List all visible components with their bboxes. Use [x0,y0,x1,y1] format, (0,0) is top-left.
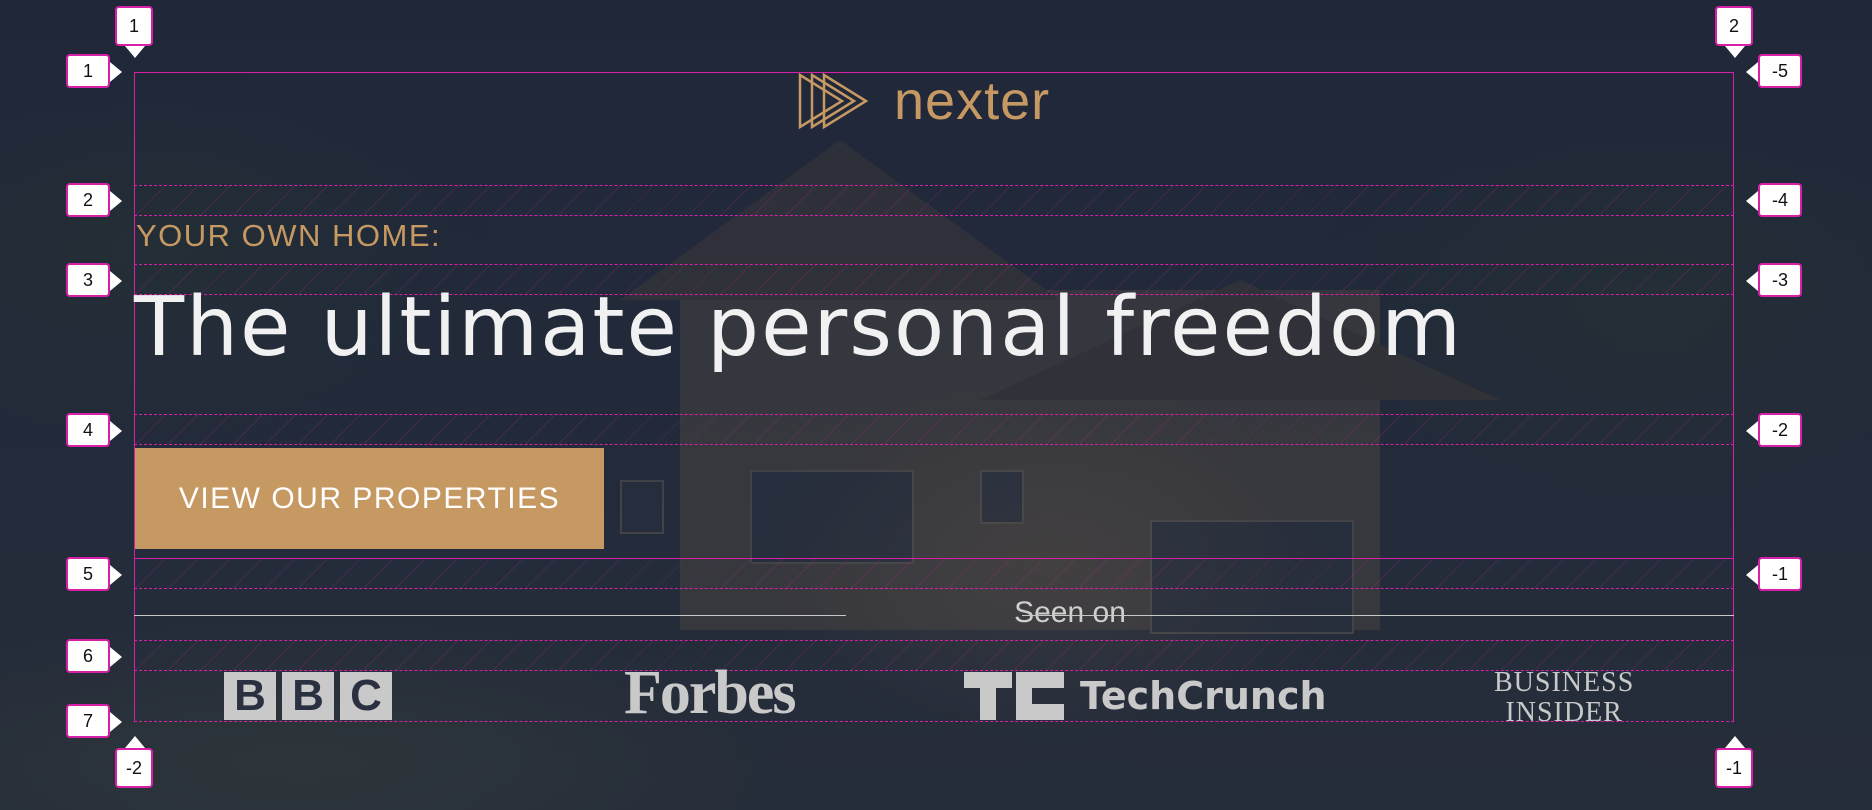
row-guide-badge: 3 [66,263,122,297]
row-guide-badge: 5 [66,557,122,591]
forbes-logo: Forbes [624,659,797,727]
row-guide-badge: 6 [66,639,122,673]
bbc-letter: B [224,671,276,720]
divider-line-left [134,615,846,616]
techcrunch-logo: TechCrunch [964,672,1327,720]
techcrunch-wordmark: TechCrunch [1080,674,1327,718]
triple-play-icon [798,72,869,130]
hero-eyebrow: YOUR OWN HOME: [136,218,442,253]
house-photo [560,120,1520,640]
bbc-logo: B B C [224,671,392,720]
logo-wordmark: nexter [894,71,1051,131]
bbc-letter: B [282,671,334,720]
row-guide-badge: -1 [1746,557,1802,591]
view-properties-button[interactable]: VIEW OUR PROPERTIES [135,448,604,549]
row-guide-badge: 1 [66,54,122,88]
divider-line-right [1022,615,1734,616]
column-guide-badge: -2 [115,736,153,788]
row-guide-badge: 2 [66,183,122,217]
seen-on-divider: Seen on [134,596,1734,636]
site-logo[interactable]: nexter [796,70,1050,132]
row-guide-badge: 4 [66,413,122,447]
techcrunch-mark-icon [964,672,1064,720]
column-guide-badge: 2 [1715,6,1753,58]
hero-headline: The ultimate personal freedom [134,280,1463,375]
business-insider-line: BUSINESS [1494,667,1635,698]
bbc-letter: C [340,671,392,720]
column-guide-badge: -1 [1715,736,1753,788]
business-insider-line: INSIDER [1505,697,1623,728]
row-guide-badge: -2 [1746,413,1802,447]
business-insider-logo: BUSINESS INSIDER [1494,668,1634,728]
seen-on-label: Seen on [1014,596,1126,629]
column-guide-badge: 1 [115,6,153,58]
row-guide-badge: -3 [1746,263,1802,297]
row-guide-badge: -4 [1746,183,1802,217]
row-guide-badge: -5 [1746,54,1802,88]
row-guide-badge: 7 [66,704,122,738]
